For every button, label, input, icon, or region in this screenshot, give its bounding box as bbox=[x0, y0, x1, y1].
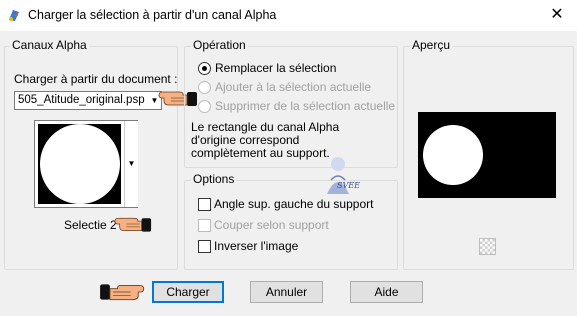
close-button[interactable]: ✕ bbox=[546, 5, 568, 25]
checkbox-angle[interactable] bbox=[198, 198, 211, 211]
alpha-channel-thumbnail bbox=[38, 124, 121, 204]
aide-button[interactable]: Aide bbox=[350, 281, 423, 303]
radio-remplacer-label: Remplacer la sélection bbox=[215, 61, 337, 75]
checkbox-couper[interactable] bbox=[198, 219, 211, 232]
operation-legend: Opération bbox=[191, 38, 248, 52]
radio-ajouter-label: Ajouter à la sélection actuelle bbox=[215, 80, 372, 94]
checkbox-inverser[interactable] bbox=[198, 240, 211, 253]
window-title: Charger la sélection à partir d'un canal… bbox=[28, 8, 277, 22]
document-select[interactable]: 505_Atitude_original.psp ▼ bbox=[14, 91, 162, 110]
radio-remplacer[interactable] bbox=[198, 62, 211, 75]
preview-circle bbox=[423, 125, 483, 185]
chevron-down-icon[interactable]: ▼ bbox=[124, 121, 138, 207]
watermark-logo: SVEE bbox=[327, 157, 360, 194]
annuler-button[interactable]: Annuler bbox=[250, 281, 323, 303]
document-select-value: 505_Atitude_original.psp bbox=[18, 94, 145, 106]
alpha-channel-selector[interactable]: ▼ bbox=[34, 120, 138, 208]
checkbox-inverser-label: Inverser l'image bbox=[214, 239, 299, 253]
thumbnail-circle bbox=[40, 124, 120, 204]
pointing-hand-icon bbox=[100, 284, 145, 301]
apercu-legend: Aperçu bbox=[410, 38, 453, 52]
app-icon bbox=[9, 10, 19, 21]
checkbox-couper-label: Couper selon support bbox=[214, 218, 329, 232]
canaux-alpha-legend: Canaux Alpha bbox=[10, 38, 89, 52]
radio-supprimer[interactable] bbox=[198, 100, 211, 113]
radio-supprimer-label: Supprimer de la sélection actuelle bbox=[215, 99, 396, 113]
transparency-toggle-icon[interactable] bbox=[479, 238, 496, 255]
charger-document-label: Charger à partir du document : bbox=[14, 72, 178, 86]
pointing-hand-icon bbox=[114, 217, 152, 232]
selection-preview bbox=[418, 112, 556, 198]
radio-selected-dot bbox=[202, 66, 207, 71]
selectie-label: Selectie 2 bbox=[64, 218, 117, 232]
charger-button[interactable]: Charger bbox=[152, 281, 224, 303]
radio-ajouter[interactable] bbox=[198, 81, 211, 94]
svg-text:SVEE: SVEE bbox=[337, 181, 360, 190]
options-legend: Options bbox=[191, 172, 237, 186]
